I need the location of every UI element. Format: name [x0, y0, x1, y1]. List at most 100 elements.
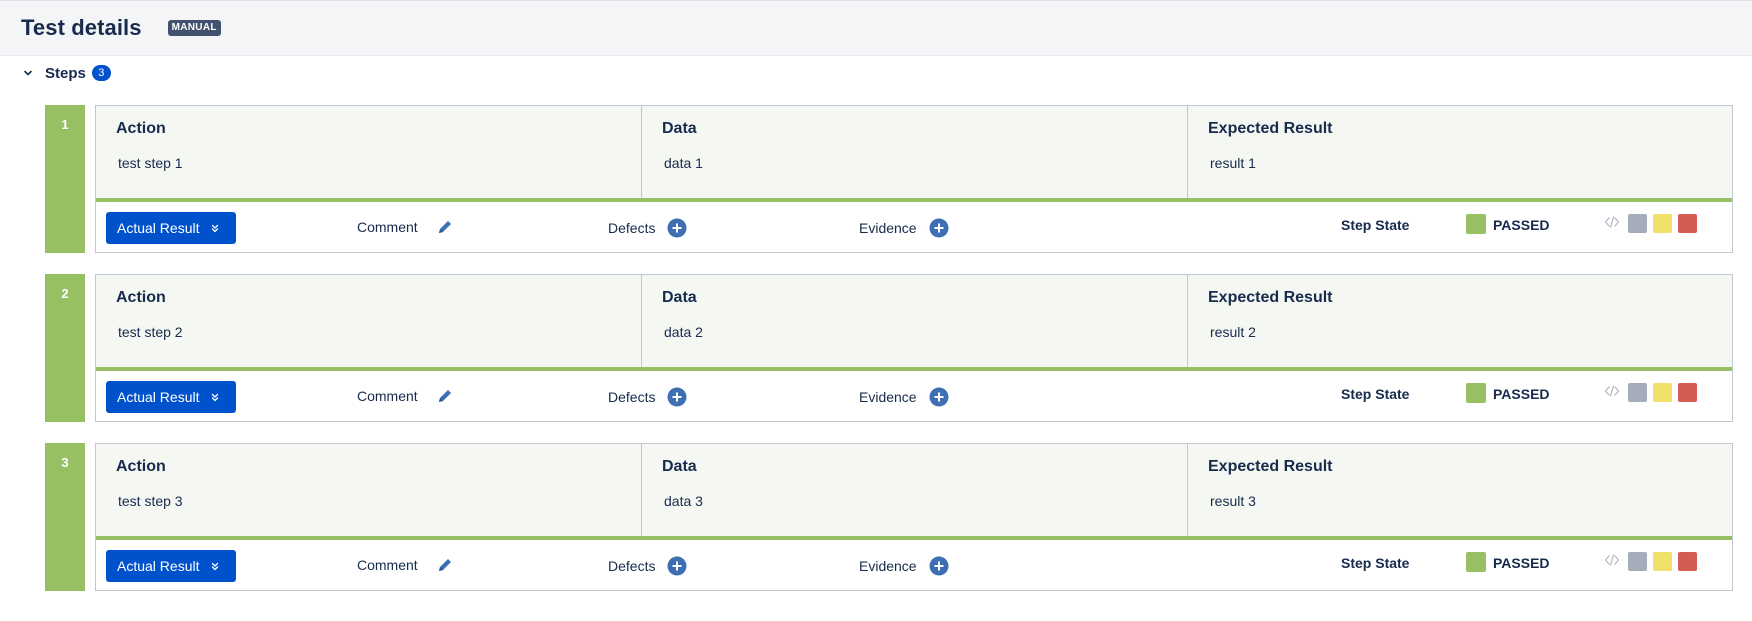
step-fields: Action test step 3 Data data 3 Expected … [96, 444, 1732, 536]
add-evidence-icon[interactable] [929, 556, 949, 576]
expected-result-field[interactable]: Expected Result result 1 [1188, 106, 1732, 198]
evidence-section: Evidence [859, 387, 949, 407]
pencil-icon[interactable] [436, 387, 454, 405]
steps-section-header[interactable]: Steps 3 [0, 56, 1752, 90]
data-label: Data [662, 120, 697, 137]
comment-label: Comment [357, 388, 418, 404]
comment-label: Comment [357, 219, 418, 235]
step-card: Action test step 3 Data data 3 Expected … [95, 443, 1733, 591]
data-field[interactable]: Data data 3 [642, 444, 1188, 536]
evidence-section: Evidence [859, 556, 949, 576]
actual-result-label: Actual Result [117, 558, 200, 574]
add-evidence-icon[interactable] [929, 387, 949, 407]
action-field[interactable]: Action test step 1 [96, 106, 642, 198]
data-value: data 1 [664, 155, 703, 171]
comment-section: Comment [357, 218, 454, 236]
comment-label: Comment [357, 557, 418, 573]
steps-count-badge: 3 [91, 65, 111, 81]
actual-result-label: Actual Result [117, 389, 200, 405]
defects-section: Defects [608, 556, 687, 576]
actual-result-label: Actual Result [117, 220, 200, 236]
step-fields: Action test step 1 Data data 1 Expected … [96, 106, 1732, 198]
passed-status-swatch [1466, 383, 1486, 403]
step-state-label: Step State [1341, 386, 1410, 402]
step-execution-row: Actual Result Comment Defects Evidence S… [96, 371, 1732, 422]
action-label: Action [116, 289, 166, 306]
add-defect-icon[interactable] [667, 556, 687, 576]
data-label: Data [662, 458, 697, 475]
chevron-down-icon[interactable] [22, 67, 34, 79]
expected-result-field[interactable]: Expected Result result 2 [1188, 275, 1732, 367]
step-number: 1 [45, 105, 85, 253]
defects-section: Defects [608, 218, 687, 238]
actual-result-button[interactable]: Actual Result [106, 381, 236, 413]
evidence-label: Evidence [859, 220, 917, 236]
step-execution-row: Actual Result Comment Defects Evidence S… [96, 540, 1732, 591]
expected-result-label: Expected Result [1208, 289, 1333, 306]
evidence-label: Evidence [859, 389, 917, 405]
failed-status-button[interactable] [1678, 214, 1697, 233]
comment-section: Comment [357, 387, 454, 405]
todo-status-button[interactable] [1628, 214, 1647, 233]
add-defect-icon[interactable] [667, 387, 687, 407]
todo-status-button[interactable] [1628, 552, 1647, 571]
executing-status-button[interactable] [1653, 214, 1672, 233]
data-field[interactable]: Data data 1 [642, 106, 1188, 198]
evidence-label: Evidence [859, 558, 917, 574]
double-chevron-down-icon [211, 562, 219, 571]
add-defect-icon[interactable] [667, 218, 687, 238]
code-icon[interactable] [1604, 553, 1620, 572]
test-step: 2 Action test step 2 Data data 2 Expecte… [45, 274, 1733, 422]
step-state-value: PASSED [1493, 217, 1550, 233]
test-step: 1 Action test step 1 Data data 1 Expecte… [45, 105, 1733, 253]
step-state-label: Step State [1341, 217, 1410, 233]
action-field[interactable]: Action test step 3 [96, 444, 642, 536]
expected-result-value: result 1 [1210, 155, 1256, 171]
actual-result-button[interactable]: Actual Result [106, 212, 236, 244]
expected-result-label: Expected Result [1208, 458, 1333, 475]
expected-result-value: result 2 [1210, 324, 1256, 340]
step-fields: Action test step 2 Data data 2 Expected … [96, 275, 1732, 367]
defects-label: Defects [608, 558, 656, 574]
actual-result-button[interactable]: Actual Result [106, 550, 236, 582]
data-field[interactable]: Data data 2 [642, 275, 1188, 367]
comment-section: Comment [357, 556, 454, 574]
action-value: test step 2 [118, 324, 183, 340]
step-state-value: PASSED [1493, 386, 1550, 402]
action-label: Action [116, 120, 166, 137]
defects-label: Defects [608, 220, 656, 236]
step-card: Action test step 2 Data data 2 Expected … [95, 274, 1733, 422]
failed-status-button[interactable] [1678, 383, 1697, 402]
evidence-section: Evidence [859, 218, 949, 238]
pencil-icon[interactable] [436, 556, 454, 574]
action-field[interactable]: Action test step 2 [96, 275, 642, 367]
executing-status-button[interactable] [1653, 552, 1672, 571]
action-label: Action [116, 458, 166, 475]
add-evidence-icon[interactable] [929, 218, 949, 238]
failed-status-button[interactable] [1678, 552, 1697, 571]
code-icon[interactable] [1604, 215, 1620, 234]
steps-label: Steps [45, 64, 86, 82]
todo-status-button[interactable] [1628, 383, 1647, 402]
data-value: data 3 [664, 493, 703, 509]
defects-section: Defects [608, 387, 687, 407]
step-execution-row: Actual Result Comment Defects Evidence S… [96, 202, 1732, 253]
test-details-header: Test details MANUAL [0, 0, 1752, 56]
defects-label: Defects [608, 389, 656, 405]
step-number: 3 [45, 443, 85, 591]
test-type-badge: MANUAL [167, 20, 221, 36]
passed-status-swatch [1466, 214, 1486, 234]
data-value: data 2 [664, 324, 703, 340]
step-number: 2 [45, 274, 85, 422]
pencil-icon[interactable] [436, 218, 454, 236]
executing-status-button[interactable] [1653, 383, 1672, 402]
step-card: Action test step 1 Data data 1 Expected … [95, 105, 1733, 253]
code-icon[interactable] [1604, 384, 1620, 403]
expected-result-value: result 3 [1210, 493, 1256, 509]
double-chevron-down-icon [211, 224, 219, 233]
test-step: 3 Action test step 3 Data data 3 Expecte… [45, 443, 1733, 591]
step-state-value: PASSED [1493, 555, 1550, 571]
expected-result-field[interactable]: Expected Result result 3 [1188, 444, 1732, 536]
data-label: Data [662, 289, 697, 306]
double-chevron-down-icon [211, 393, 219, 402]
